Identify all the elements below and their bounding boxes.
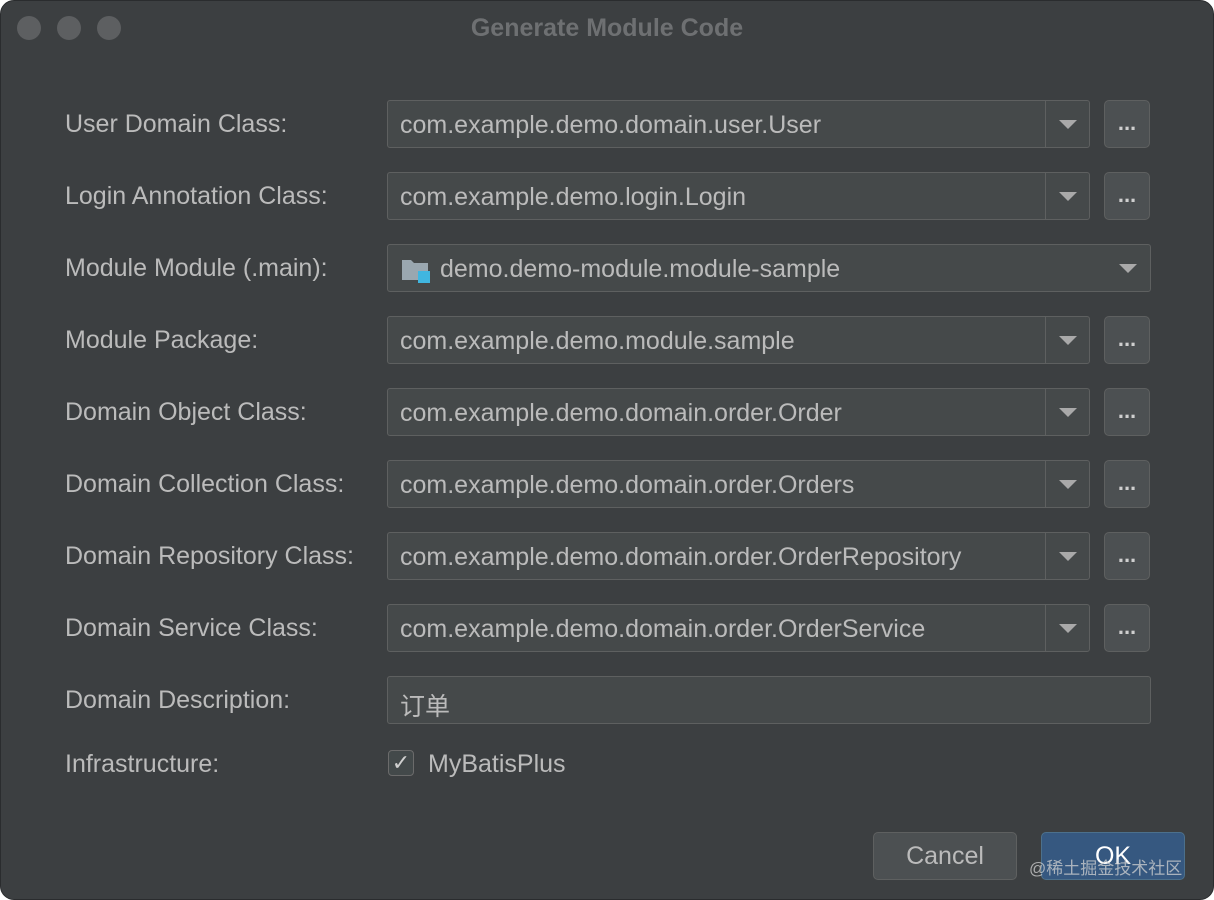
domain-collection-class-value: com.example.demo.domain.order.Orders xyxy=(400,471,855,499)
combo-separator xyxy=(1045,533,1046,579)
chevron-down-icon[interactable] xyxy=(1059,624,1077,633)
combo-separator xyxy=(1045,317,1046,363)
module-package-value: com.example.demo.module.sample xyxy=(400,327,795,355)
cancel-button[interactable]: Cancel xyxy=(873,832,1017,880)
combo-separator xyxy=(1045,101,1046,147)
chevron-down-icon[interactable] xyxy=(1059,552,1077,561)
domain-service-class-combo[interactable]: com.example.demo.domain.order.OrderServi… xyxy=(387,604,1090,652)
domain-collection-class-browse-button[interactable]: ... xyxy=(1104,460,1150,508)
login-annotation-class-label: Login Annotation Class: xyxy=(65,182,328,210)
module-package-label: Module Package: xyxy=(65,326,259,354)
domain-object-class-browse-button[interactable]: ... xyxy=(1104,388,1150,436)
login-annotation-class-combo[interactable]: com.example.demo.login.Login xyxy=(387,172,1090,220)
dialog-window: Generate Module Code User Domain Class: … xyxy=(0,0,1214,900)
domain-object-class-value: com.example.demo.domain.order.Order xyxy=(400,399,842,427)
chevron-down-icon[interactable] xyxy=(1059,336,1077,345)
domain-repository-class-value: com.example.demo.domain.order.OrderRepos… xyxy=(400,543,962,571)
module-package-browse-button[interactable]: ... xyxy=(1104,316,1150,364)
domain-repository-class-label: Domain Repository Class: xyxy=(65,542,354,570)
combo-separator xyxy=(1045,173,1046,219)
user-domain-class-combo[interactable]: com.example.demo.domain.user.User xyxy=(387,100,1090,148)
infrastructure-label: Infrastructure: xyxy=(65,750,220,778)
domain-collection-class-combo[interactable]: com.example.demo.domain.order.Orders xyxy=(387,460,1090,508)
chevron-down-icon[interactable] xyxy=(1059,480,1077,489)
domain-collection-class-label: Domain Collection Class: xyxy=(65,470,345,498)
domain-service-class-label: Domain Service Class: xyxy=(65,614,318,642)
dialog-title: Generate Module Code xyxy=(470,14,744,42)
module-package-combo[interactable]: com.example.demo.module.sample xyxy=(387,316,1090,364)
module-value: demo.demo-module.module-sample xyxy=(440,255,841,283)
chevron-down-icon[interactable] xyxy=(1059,192,1077,201)
login-annotation-class-value: com.example.demo.login.Login xyxy=(400,183,747,211)
chevron-down-icon[interactable] xyxy=(1119,264,1137,273)
user-domain-class-value: com.example.demo.domain.user.User xyxy=(400,111,822,139)
domain-description-field[interactable]: 订单 xyxy=(387,676,1151,724)
domain-description-label: Domain Description: xyxy=(65,686,291,714)
domain-object-class-combo[interactable]: com.example.demo.domain.order.Order xyxy=(387,388,1090,436)
combo-separator xyxy=(1045,605,1046,651)
module-label: Module Module (.main): xyxy=(65,254,328,282)
module-folder-icon xyxy=(402,260,430,283)
user-domain-class-browse-button[interactable]: ... xyxy=(1104,100,1150,148)
user-domain-class-label: User Domain Class: xyxy=(65,110,288,138)
domain-repository-class-combo[interactable]: com.example.demo.domain.order.OrderRepos… xyxy=(387,532,1090,580)
combo-separator xyxy=(1045,389,1046,435)
domain-repository-class-browse-button[interactable]: ... xyxy=(1104,532,1150,580)
chevron-down-icon[interactable] xyxy=(1059,408,1077,417)
module-combo[interactable]: demo.demo-module.module-sample xyxy=(387,244,1151,292)
domain-service-class-value: com.example.demo.domain.order.OrderServi… xyxy=(400,615,926,643)
login-annotation-class-browse-button[interactable]: ... xyxy=(1104,172,1150,220)
title-bar: Generate Module Code xyxy=(1,1,1213,55)
watermark-text: @稀土掘金技术社区 xyxy=(1029,859,1183,878)
chevron-down-icon[interactable] xyxy=(1059,120,1077,129)
domain-description-value: 订单 xyxy=(400,693,451,721)
combo-separator xyxy=(1045,461,1046,507)
mybatisplus-checkbox-label[interactable]: MyBatisPlus xyxy=(428,750,566,779)
domain-service-class-browse-button[interactable]: ... xyxy=(1104,604,1150,652)
mybatisplus-checkbox[interactable]: ✓ xyxy=(388,750,414,776)
domain-object-class-label: Domain Object Class: xyxy=(65,398,307,426)
